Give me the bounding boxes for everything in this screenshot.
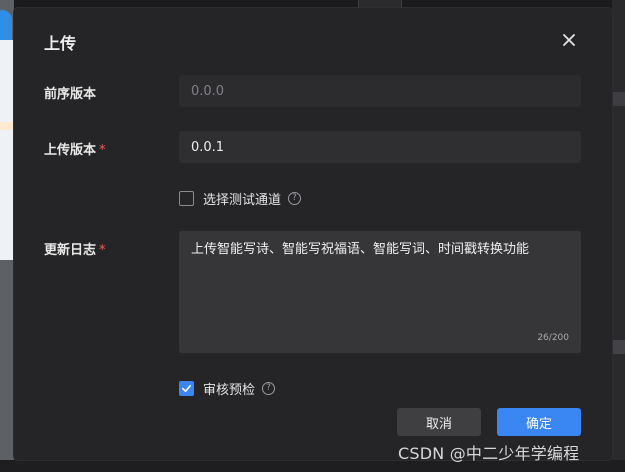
background-strip [612, 92, 625, 106]
checkmark-icon [182, 384, 191, 393]
prev-version-label: 前序版本 [44, 87, 97, 102]
background-tab [358, 0, 402, 8]
review-precheck-checkbox[interactable] [179, 381, 194, 396]
character-counter: 26/200 [537, 333, 569, 343]
changelog-label: 更新日志 * [44, 243, 106, 258]
prev-version-input [179, 75, 581, 107]
close-icon [563, 34, 575, 46]
changelog-textarea[interactable]: 上传智能写诗、智能写祝福语、智能写词、时间戳转换功能 [179, 231, 581, 353]
required-mark: * [99, 243, 106, 258]
changelog-field: 上传智能写诗、智能写祝福语、智能写词、时间戳转换功能 26/200 [179, 231, 581, 353]
test-channel-checkbox[interactable] [179, 191, 194, 206]
dialog-title: 上传 [44, 34, 77, 53]
background-left-panel [0, 0, 14, 472]
upload-version-input[interactable] [179, 131, 581, 163]
help-icon[interactable]: ? [262, 382, 276, 395]
cancel-button[interactable]: 取消 [397, 408, 481, 436]
upload-version-label: 上传版本 * [44, 143, 106, 158]
background-highlight [0, 122, 14, 130]
upload-dialog: 上传 前序版本 上传版本* 选择测试通道 ? 更新日志* 上传智能写诗、智能写祝… [14, 8, 612, 460]
background-preview-card [0, 40, 14, 260]
csdn-watermark: CSDN @中二少年学编程 [398, 444, 580, 463]
test-channel-label: 选择测试通道 [203, 193, 282, 208]
confirm-button[interactable]: 确定 [497, 408, 581, 436]
close-button[interactable] [559, 30, 579, 50]
test-channel-option[interactable]: 选择测试通道 ? [179, 189, 302, 208]
required-mark: * [99, 143, 106, 158]
review-precheck-label: 审核预检 [203, 383, 256, 398]
review-precheck-option[interactable]: 审核预检 ? [179, 379, 276, 398]
background-right-panel [612, 0, 625, 472]
background-strip [612, 340, 625, 354]
help-icon[interactable]: ? [288, 192, 302, 205]
